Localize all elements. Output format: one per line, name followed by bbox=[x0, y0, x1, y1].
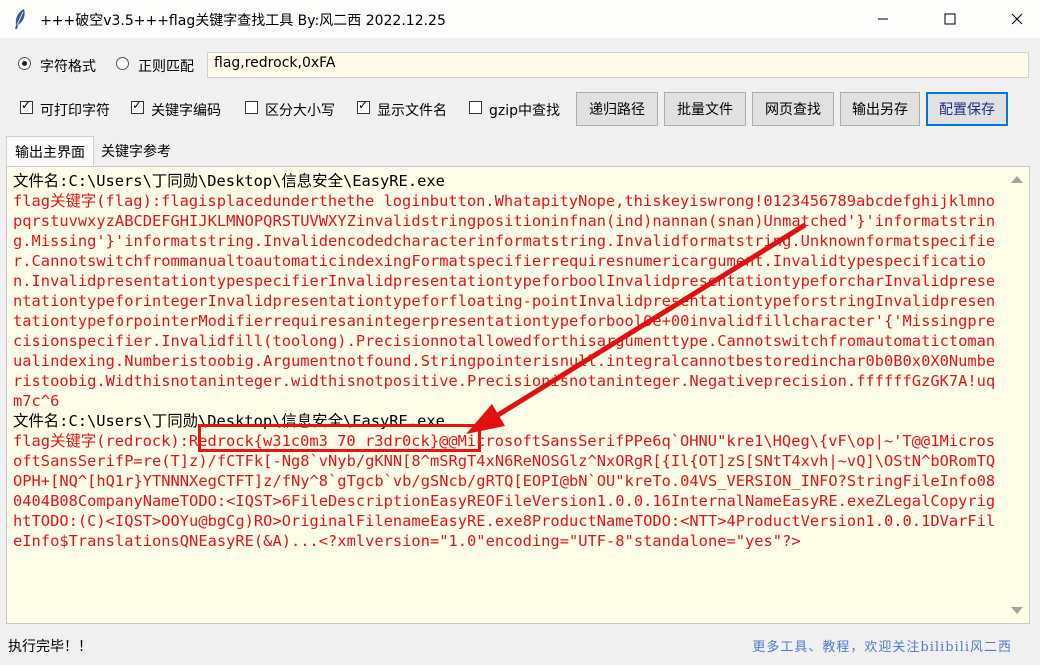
scroll-down-icon[interactable] bbox=[1011, 607, 1023, 614]
checkbox-printable[interactable] bbox=[20, 98, 33, 114]
checkbox-gzip[interactable] bbox=[469, 101, 482, 114]
recursive-path-button[interactable]: 递归路径 bbox=[576, 92, 658, 126]
output-panel[interactable]: 文件名:C:\Users\丁同勋\Desktop\信息安全\EasyRE.exe… bbox=[6, 166, 1030, 624]
checkbox-gzip-label[interactable]: gzip中查找 bbox=[489, 100, 560, 120]
tab-main-output[interactable]: 输出主界面 bbox=[6, 136, 94, 167]
batch-files-button[interactable]: 批量文件 bbox=[664, 92, 746, 126]
output-flag-match: :Redrock{w31c0m3_70_r3dr0ck} bbox=[179, 432, 440, 450]
scroll-up-icon[interactable] bbox=[1011, 176, 1023, 183]
checkbox-printable-label[interactable]: 可打印字符 bbox=[40, 100, 110, 120]
feather-icon bbox=[15, 9, 25, 29]
checkbox-case-sensitive[interactable] bbox=[245, 101, 258, 114]
output-scrollbar[interactable] bbox=[1007, 167, 1029, 623]
web-search-button[interactable]: 网页查找 bbox=[752, 92, 834, 126]
output-filename-1: 文件名:C:\Users\丁同勋\Desktop\信息安全\EasyRE.exe bbox=[13, 172, 445, 190]
checkbox-keyword-encode[interactable] bbox=[131, 98, 144, 114]
maximize-button[interactable] bbox=[927, 0, 973, 38]
save-config-button[interactable]: 配置保存 bbox=[926, 92, 1008, 126]
status-text: 执行完毕！！ bbox=[8, 639, 92, 655]
minimize-icon bbox=[878, 18, 888, 20]
close-icon bbox=[1011, 13, 1023, 25]
close-button[interactable] bbox=[994, 0, 1040, 38]
checkbox-keyword-encode-label[interactable]: 关键字编码 bbox=[151, 100, 221, 120]
maximize-icon bbox=[944, 13, 956, 25]
output-text: 文件名:C:\Users\丁同勋\Desktop\信息安全\EasyRE.exe… bbox=[13, 171, 1003, 551]
promo-text: 更多工具、教程，欢迎关注bilibili风二西 bbox=[752, 640, 1012, 655]
minimize-button[interactable] bbox=[860, 0, 906, 38]
checkbox-case-sensitive-label[interactable]: 区分大小写 bbox=[265, 100, 335, 120]
radio-regex[interactable] bbox=[116, 57, 129, 70]
keyword-input[interactable]: flag,redrock,0xFA bbox=[207, 52, 1029, 78]
output-result-1: flag关键字(flag):flagisplacedunderthethe lo… bbox=[13, 192, 996, 410]
output-result-2-prefix: flag关键字(redrock) bbox=[13, 432, 180, 450]
window-title: +++破空v3.5+++flag关键字查找工具 By:风二西 2022.12.2… bbox=[40, 13, 446, 29]
radio-char-format-label[interactable]: 字符格式 bbox=[40, 56, 96, 76]
export-button[interactable]: 输出另存 bbox=[840, 92, 920, 126]
checkbox-show-filename[interactable] bbox=[357, 98, 370, 114]
title-bar: +++破空v3.5+++flag关键字查找工具 By:风二西 2022.12.2… bbox=[0, 0, 1040, 38]
checkbox-show-filename-label[interactable]: 显示文件名 bbox=[377, 100, 447, 120]
radio-char-format[interactable] bbox=[18, 57, 31, 70]
tab-keyword-reference[interactable]: 关键字参考 bbox=[94, 138, 178, 164]
radio-regex-label[interactable]: 正则匹配 bbox=[138, 56, 194, 76]
output-filename-2: 文件名:C:\Users\丁同勋\Desktop\信息安全\EasyRE.exe bbox=[13, 412, 445, 430]
